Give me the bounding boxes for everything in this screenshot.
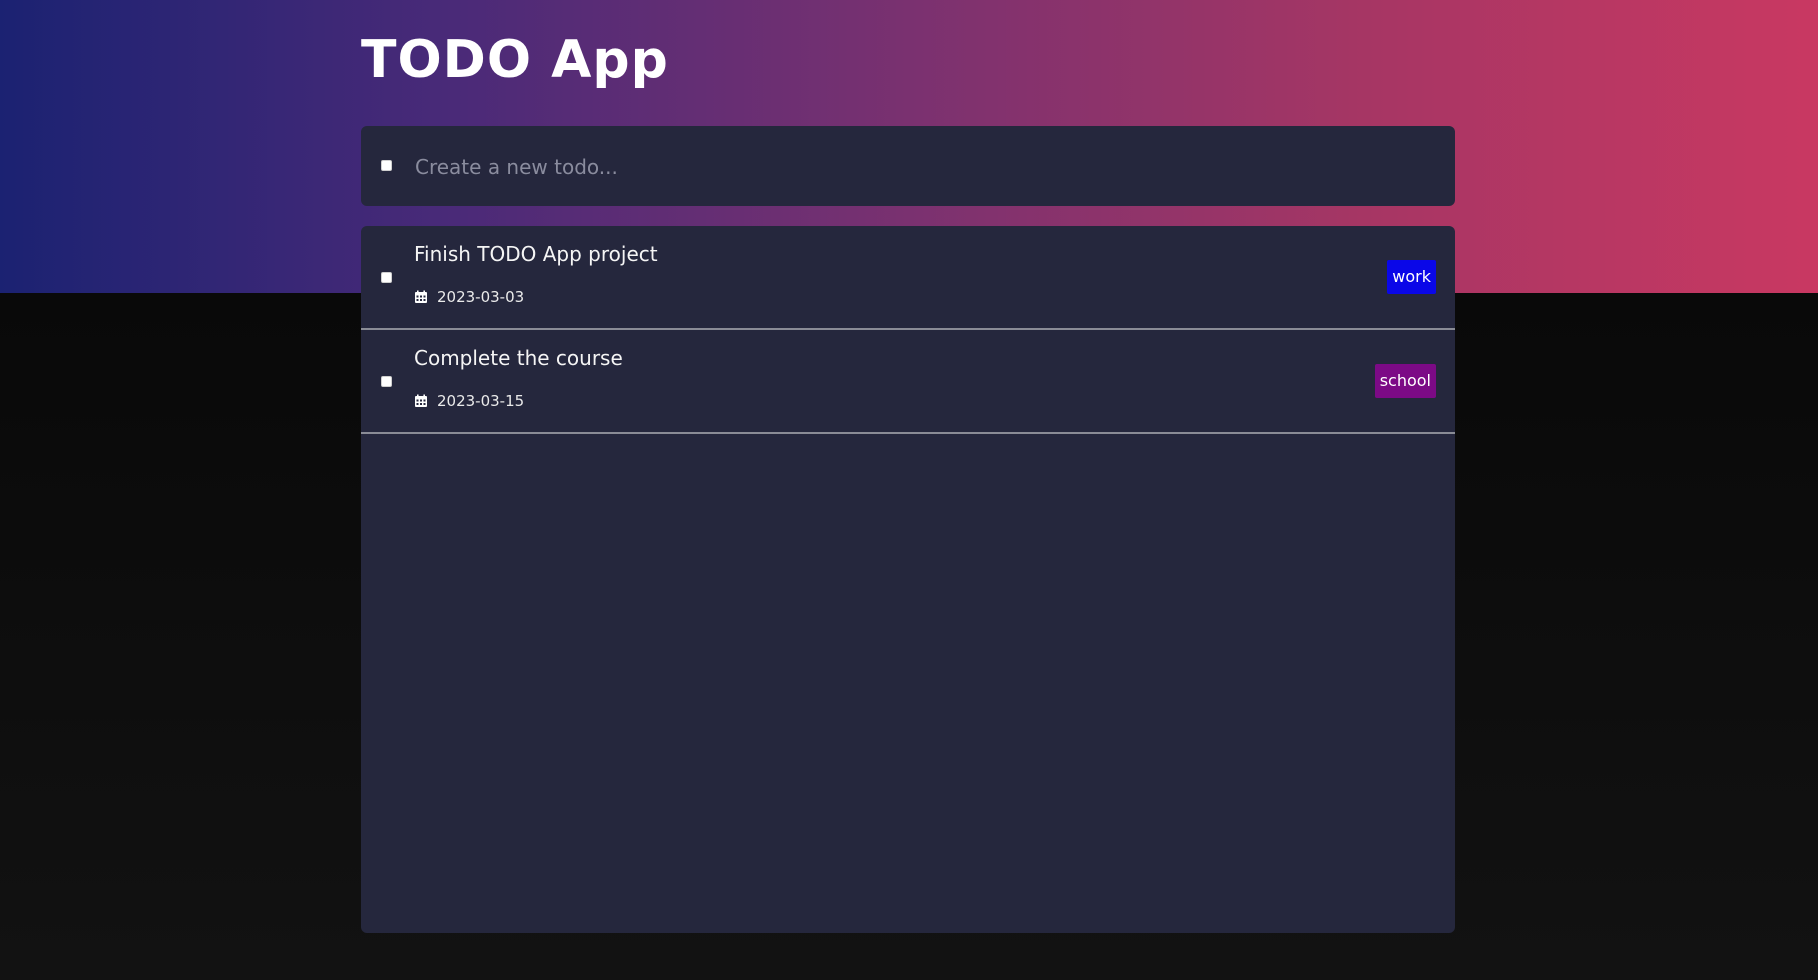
todo-date-text: 2023-03-03 [437,288,525,306]
todo-tag[interactable]: school [1374,364,1436,398]
todo-date: 2023-03-15 [414,392,524,410]
todo-checkbox[interactable] [381,272,392,283]
new-todo-bar [361,126,1455,206]
todo-item[interactable]: Finish TODO App project 2023-03-03 work [361,226,1455,330]
todo-date: 2023-03-03 [414,288,524,306]
todo-date-text: 2023-03-15 [437,392,525,410]
todo-tag[interactable]: work [1387,260,1436,294]
new-todo-checkbox[interactable] [381,160,392,171]
todo-title: Complete the course [414,346,623,370]
todo-title: Finish TODO App project [414,242,658,266]
todo-list: Finish TODO App project 2023-03-03 work … [361,226,1455,933]
page-title: TODO App [361,30,669,90]
calendar-icon [415,290,427,303]
todo-item[interactable]: Complete the course 2023-03-15 school [361,330,1455,434]
new-todo-input[interactable] [413,148,1417,186]
todo-checkbox[interactable] [381,376,392,387]
calendar-icon [415,394,427,407]
